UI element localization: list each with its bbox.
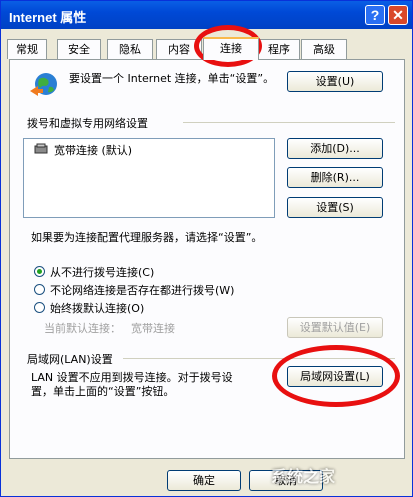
current-default-value: 宽带连接 [131, 322, 175, 335]
tab-security[interactable]: 安全 [57, 39, 101, 59]
connection-label: 宽带连接 (默认) [54, 144, 133, 157]
tab-privacy[interactable]: 隐私 [107, 39, 153, 59]
title-bar[interactable]: Internet 属性 ? ✕ [1, 1, 412, 29]
set-default-button[interactable]: 设置默认值(E) [287, 317, 383, 338]
help-button[interactable]: ? [365, 5, 385, 25]
lan-text-line2: 置，单击上面的“设置”按钮。 [31, 385, 175, 398]
annotation-circle-lan [272, 345, 400, 407]
internet-properties-window: Internet 属性 ? ✕ 常规 安全 隐私 内容 连接 程序 高级 要设置… [0, 0, 413, 497]
tab-connections[interactable]: 连接 [203, 37, 259, 60]
radio-always-dial-default[interactable] [34, 302, 45, 313]
ok-button[interactable]: 确定 [167, 470, 241, 491]
lan-section-title: 局域网(LAN)设置 [27, 353, 113, 366]
window-title: Internet 属性 [9, 10, 87, 25]
globe-icon [28, 71, 60, 101]
dialup-section-title: 拨号和虚拟专用网络设置 [27, 117, 148, 130]
current-default-label: 当前默认连接： [44, 322, 121, 335]
connection-icon [34, 143, 50, 155]
radio-label[interactable]: 不论网络连接是否存在都进行拨号(W) [50, 282, 234, 298]
dialup-settings-button[interactable]: 设置(S) [287, 197, 383, 218]
tab-programs[interactable]: 程序 [258, 39, 300, 59]
radio-label[interactable]: 从不进行拨号连接(C) [50, 264, 154, 280]
radio-dial-whenever[interactable] [34, 284, 45, 295]
setup-button[interactable]: 设置(U) [287, 71, 383, 92]
tab-general[interactable]: 常规 [7, 39, 47, 59]
close-button[interactable]: ✕ [388, 5, 408, 25]
add-button[interactable]: 添加(D)... [287, 138, 383, 159]
proxy-text: 如果要为连接配置代理服务器，请选择“设置”。 [31, 231, 263, 244]
remove-button[interactable]: 删除(R)... [287, 167, 383, 188]
radio-never-dial[interactable] [34, 266, 45, 277]
tab-advanced[interactable]: 高级 [301, 39, 347, 59]
radio-label[interactable]: 始终拨默认连接(O) [50, 300, 144, 316]
dialup-separator [183, 122, 395, 123]
setup-text: 要设置一个 Internet 连接，单击“设置”。 [69, 72, 275, 85]
radio-selected-dot [37, 269, 42, 274]
dialup-connection-list[interactable]: 宽带连接 (默认) [23, 138, 275, 218]
watermark: 系统之家 [271, 467, 336, 486]
